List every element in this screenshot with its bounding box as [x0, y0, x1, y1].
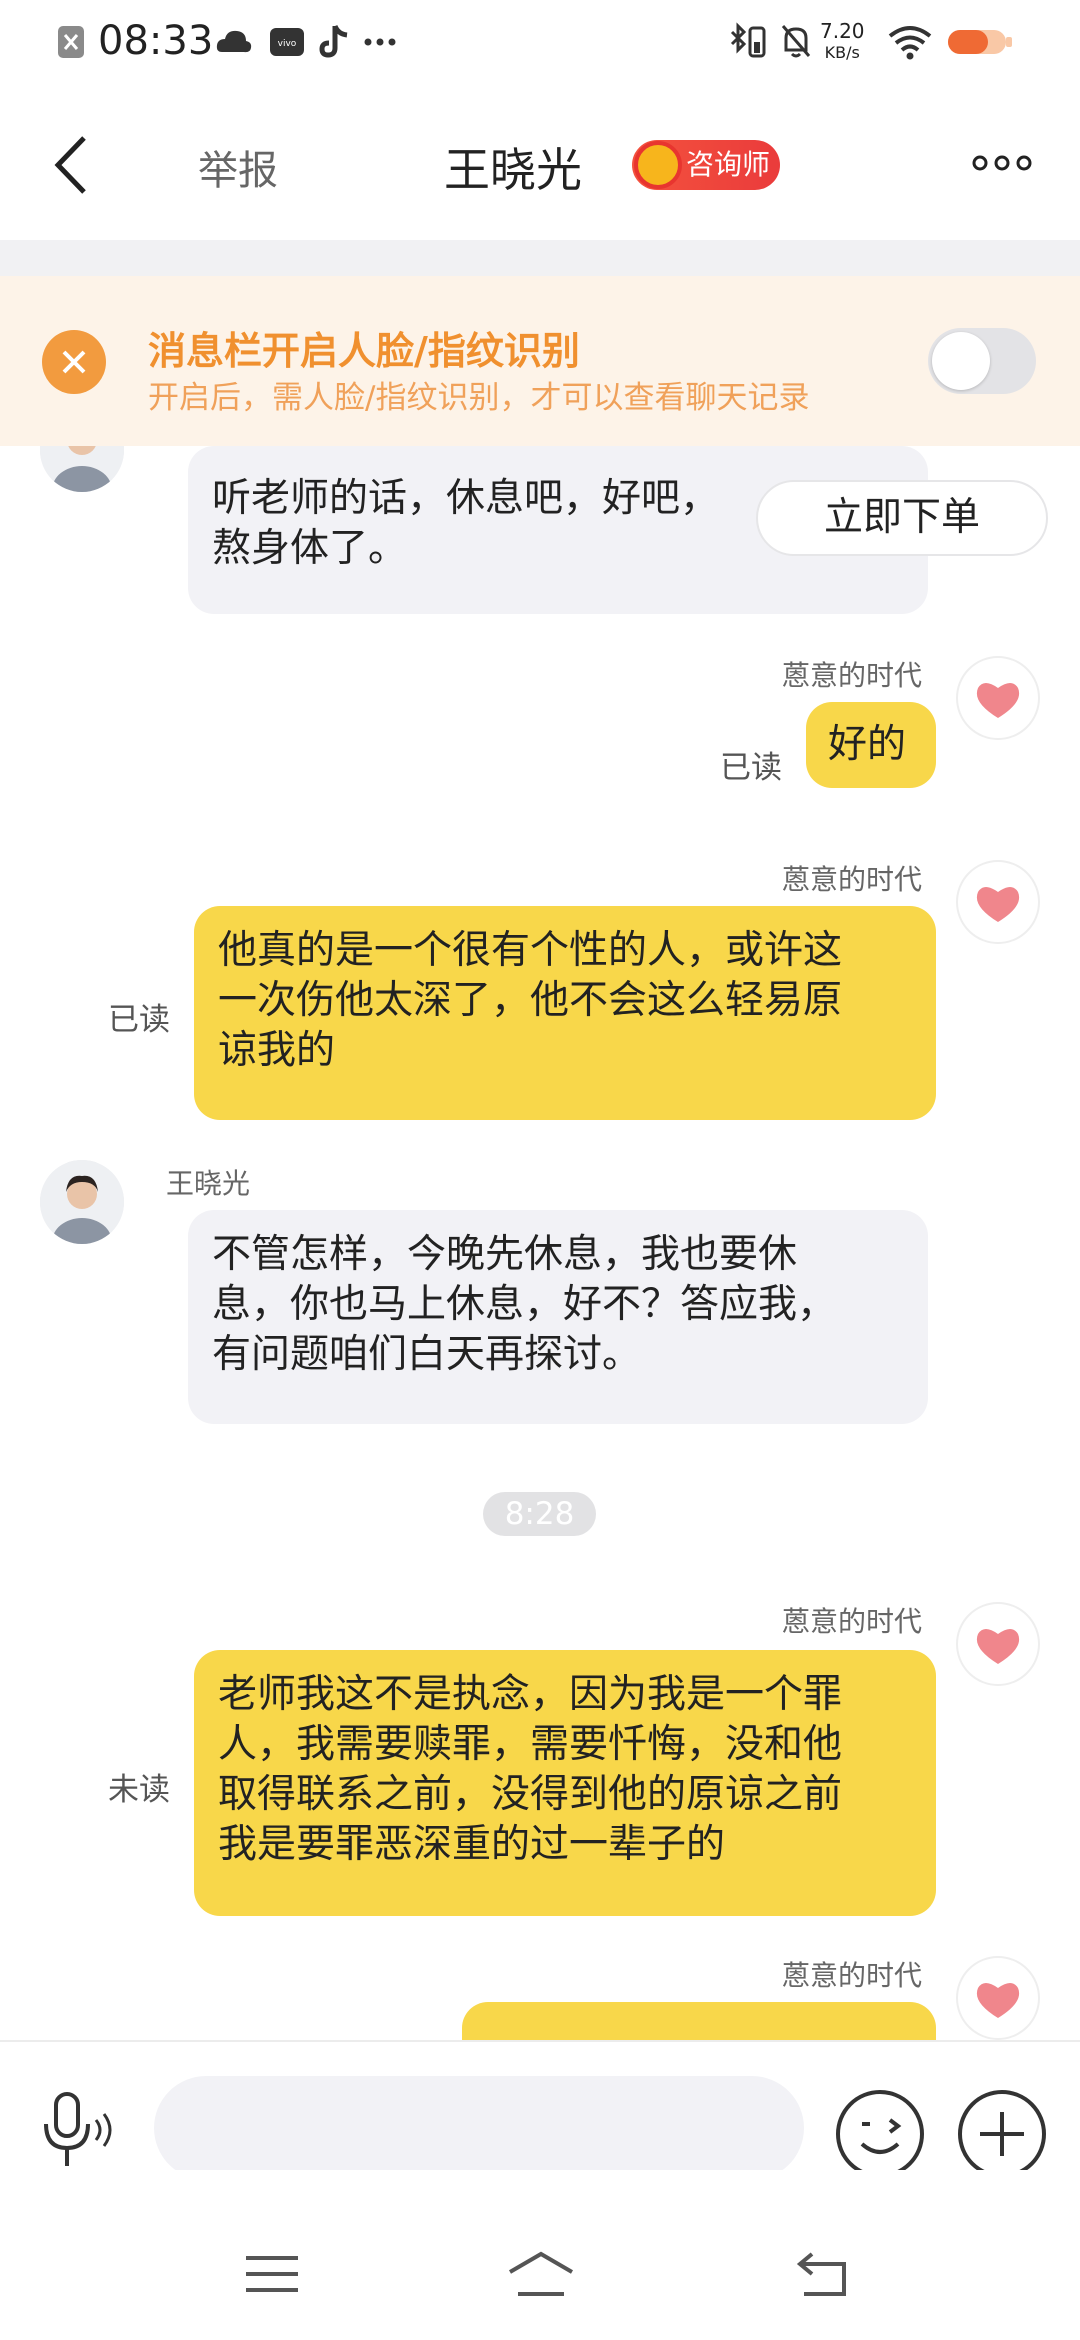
- net-speed-unit: KB/s: [824, 43, 860, 62]
- message-line: 老师我这不是执念，因为我是一个罪: [218, 1672, 843, 1717]
- cloud-icon: [216, 30, 252, 53]
- more-notifications-icon: [364, 38, 396, 46]
- message-line: 我是要罪恶深重的过一辈子的: [218, 1822, 726, 1867]
- banner-title: 消息栏开启人脸/指纹识别: [148, 329, 580, 373]
- sender-name: 蒽意的时代: [782, 659, 923, 692]
- message-line: 有问题咱们白天再探讨。: [212, 1332, 642, 1377]
- top-nav: 举报 王晓光 咨询师: [0, 90, 1080, 240]
- net-speed-value: 7.20: [820, 19, 865, 43]
- message-line: 他真的是一个很有个性的人，或许这: [218, 928, 843, 973]
- battery-icon: [948, 30, 1012, 54]
- chat-screen: 08:33 vivo 7.20 KB/s 举报 王晓光 咨询师 消息栏开启人脸/…: [0, 0, 1080, 2340]
- avatar[interactable]: [40, 1160, 124, 1244]
- notification-closed-icon: [58, 26, 84, 58]
- message-line: 人，我需要赎罪，需要忏悔，没和他: [218, 1722, 843, 1767]
- message-line: 谅我的: [218, 1028, 336, 1073]
- wifi-icon: [888, 26, 932, 60]
- message-bubble[interactable]: 老师我这不是执念，因为我是一个罪 人，我需要赎罪，需要忏悔，没和他 取得联系之前…: [194, 1650, 936, 1916]
- consultant-badge: 咨询师: [632, 140, 780, 190]
- message-bubble[interactable]: 好的: [806, 702, 936, 788]
- heart-avatar-icon: [976, 887, 1020, 922]
- emoji-icon[interactable]: [834, 2088, 926, 2180]
- tiktok-icon: [319, 24, 348, 58]
- input-bar: [0, 2040, 1080, 2180]
- badge-emblem-icon: [634, 141, 682, 189]
- message-line: 一次伤他太深了，他不会这么轻易原: [218, 978, 843, 1023]
- security-banner: 消息栏开启人脸/指纹识别 开启后，需人脸/指纹识别，才可以查看聊天记录: [0, 276, 1080, 446]
- avatar[interactable]: [40, 446, 124, 492]
- bluetooth-battery-icon: [730, 22, 766, 58]
- report-button[interactable]: 举报: [198, 138, 278, 196]
- message-line: 好的: [828, 722, 907, 767]
- heart-avatar-icon: [976, 1629, 1020, 1664]
- home-icon[interactable]: [506, 2250, 576, 2300]
- read-status: 已读: [108, 1002, 170, 1038]
- message-bubble[interactable]: 不管怎样，今晚先休息，我也要休 息，你也马上休息，好不？答应我， 有问题咱们白天…: [188, 1210, 928, 1424]
- status-bar: 08:33 vivo 7.20 KB/s: [0, 0, 1080, 90]
- avatar[interactable]: [956, 1956, 1040, 2040]
- close-icon: [62, 350, 86, 374]
- add-icon[interactable]: [956, 2088, 1048, 2180]
- vivo-app-icon: vivo: [270, 28, 304, 56]
- voice-icon[interactable]: [36, 2090, 116, 2174]
- heart-avatar-icon: [976, 1983, 1020, 2018]
- banner-close-button[interactable]: [42, 330, 106, 394]
- status-time: 08:33: [98, 18, 214, 64]
- menu-icon[interactable]: [244, 2254, 300, 2294]
- badge-label: 咨询师: [686, 148, 771, 181]
- page-title: 王晓光: [444, 143, 582, 197]
- chevron-left-icon[interactable]: [50, 130, 90, 200]
- nav-divider: [0, 240, 1080, 276]
- avatar[interactable]: [956, 1602, 1040, 1686]
- message-line: 不管怎样，今晚先休息，我也要休: [212, 1232, 798, 1277]
- svg-text:vivo: vivo: [278, 39, 297, 49]
- woman-portrait-icon: [40, 1160, 124, 1244]
- back-icon[interactable]: [794, 2250, 850, 2298]
- mute-bell-icon: [781, 25, 811, 58]
- read-status: 未读: [108, 1772, 170, 1808]
- more-dots-icon[interactable]: [972, 148, 1032, 178]
- system-nav-bar: [0, 2170, 1080, 2340]
- time-divider: 8:28: [483, 1492, 596, 1536]
- banner-subtitle: 开启后，需人脸/指纹识别，才可以查看聊天记录: [148, 380, 810, 416]
- avatar[interactable]: [956, 656, 1040, 740]
- message-line: 息，你也马上休息，好不？答应我，: [212, 1282, 837, 1327]
- toggle-knob: [932, 332, 990, 390]
- heart-avatar-icon: [976, 683, 1020, 718]
- message-bubble[interactable]: 他真的是一个很有个性的人，或许这 一次伤他太深了，他不会这么轻易原 谅我的: [194, 906, 936, 1120]
- avatar[interactable]: [956, 860, 1040, 944]
- chat-area[interactable]: 听老师的话，休息吧，好吧， 熬身体了。 立即下单 蒽意的时代 好的 已读 蒽意的…: [0, 446, 1080, 2040]
- sender-name: 蒽意的时代: [782, 1959, 923, 1992]
- network-speed: 7.20 KB/s: [820, 20, 865, 64]
- woman-portrait-icon: [40, 446, 124, 492]
- sender-name: 蒽意的时代: [782, 863, 923, 896]
- read-status: 已读: [720, 750, 782, 786]
- message-input[interactable]: [154, 2076, 804, 2180]
- message-bubble[interactable]: [462, 2002, 936, 2040]
- sender-name: 蒽意的时代: [782, 1605, 923, 1638]
- face-id-toggle[interactable]: [928, 328, 1036, 394]
- message-line: 取得联系之前，没得到他的原谅之前: [218, 1772, 843, 1817]
- sender-name: 王晓光: [166, 1167, 251, 1200]
- place-order-button[interactable]: 立即下单: [756, 480, 1048, 556]
